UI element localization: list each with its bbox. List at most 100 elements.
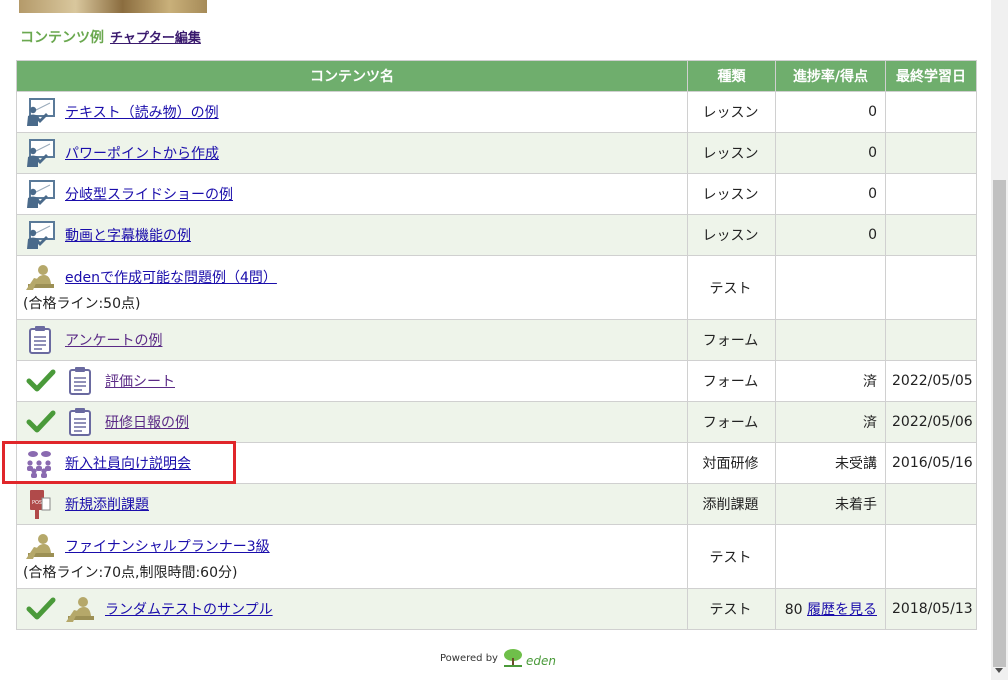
table-row: POST 新規添削課題 添削課題 未着手 [16,483,977,525]
progress-cell: 済 [775,360,886,402]
content-name-cell: 研修日報の例 [16,401,688,443]
table-row: ランダムテストのサンプル テスト 80 履歴を見る 2018/05/13 [16,588,977,630]
last-study-date-cell: 2018/05/13 [885,588,977,630]
content-type-cell: レッスン [687,214,776,256]
scrollbar-thumb[interactable] [993,180,1006,667]
content-name-cell: 動画と字幕機能の例 [16,214,688,256]
test-icon [63,592,97,626]
column-header-progress: 進捗率/得点 [775,60,886,92]
content-type-cell: フォーム [687,401,776,443]
last-study-date-cell [885,255,977,320]
table-header-row: コンテンツ名 種類 進捗率/得点 最終学習日 [16,60,977,92]
content-type-cell: レッスン [687,173,776,215]
table-row: edenで作成可能な問題例（4問） (合格ライン:50点) テスト [16,255,977,320]
progress-cell: 未着手 [775,483,886,525]
table-row: パワーポイントから作成 レッスン 0 [16,132,977,174]
footer: Powered by eden [440,648,556,668]
column-header-type: 種類 [687,60,776,92]
last-study-date-cell: 2022/05/05 [885,360,977,402]
content-name-cell: edenで作成可能な問題例（4問） (合格ライン:50点) [16,255,688,320]
content-type-cell: レッスン [687,132,776,174]
content-title-link[interactable]: 研修日報の例 [105,412,189,432]
progress-cell: 未受講 [775,442,886,484]
chapter-edit-link[interactable]: チャプター編集 [110,27,201,46]
last-study-date-cell: 2016/05/16 [885,442,977,484]
vertical-scrollbar[interactable] [991,0,1008,680]
progress-value: 0 [868,186,877,202]
content-name-line: edenで作成可能な問題例（4問） [23,257,679,297]
content-name-cell: ランダムテストのサンプル [16,588,688,630]
table-row: 研修日報の例 フォーム 済 2022/05/06 [16,401,977,443]
tree-icon [503,649,522,667]
content-type-cell: テスト [687,255,776,320]
content-name-cell: テキスト（読み物）の例 [16,91,688,133]
content-name-line: 分岐型スライドショーの例 [23,174,679,214]
content-title-link[interactable]: 評価シート [105,371,175,391]
content-title-link[interactable]: テキスト（読み物）の例 [65,102,219,122]
progress-cell [775,524,886,589]
content-name-line: テキスト（読み物）の例 [23,92,679,132]
content-name-line: パワーポイントから作成 [23,133,679,173]
completed-check-icon [23,407,59,437]
lesson-icon [23,177,57,211]
table-row: 動画と字幕機能の例 レッスン 0 [16,214,977,256]
progress-cell [775,319,886,361]
last-study-date-cell [885,483,977,525]
section-header: コンテンツ例 チャプター編集 [20,27,201,47]
progress-cell: 0 [775,214,886,256]
content-type-cell: 対面研修 [687,442,776,484]
progress-value: 未受講 [835,456,877,472]
content-name-cell: 評価シート [16,360,688,402]
contents-table: コンテンツ名 種類 進捗率/得点 最終学習日 テキスト（読み物）の例 レッスン 0 パ… [16,60,977,630]
column-header-date: 最終学習日 [885,60,977,92]
page: コンテンツ例 チャプター編集 コンテンツ名 種類 進捗率/得点 最終学習日 テキ… [0,0,1008,680]
form-icon [63,364,97,398]
powered-by-text: Powered by [440,652,498,664]
progress-value: 80 [784,602,803,618]
content-name-cell: 分岐型スライドショーの例 [16,173,688,215]
form-icon [23,323,57,357]
progress-cell: 80 履歴を見る [775,588,886,630]
last-study-date-cell [885,91,977,133]
completed-check-icon [23,594,59,624]
content-type-cell: 添削課題 [687,483,776,525]
lesson-icon [23,95,57,129]
completed-check-icon [23,366,59,396]
table-row: 評価シート フォーム 済 2022/05/05 [16,360,977,402]
content-title-link[interactable]: 新規添削課題 [65,494,149,514]
table-row: ファイナンシャルプランナー3級 (合格ライン:70点,制限時間:60分) テスト [16,524,977,589]
content-title-link[interactable]: ランダムテストのサンプル [105,599,273,619]
content-name-line: 評価シート [23,361,679,401]
table-body: テキスト（読み物）の例 レッスン 0 パワーポイントから作成 レッスン 0 分岐型スライドシ… [16,91,977,630]
progress-value: 未着手 [835,497,877,513]
eden-logo: eden [502,648,556,668]
scroll-down-arrow[interactable] [995,668,1003,673]
pass-line-note: (合格ライン:50点) [23,295,141,312]
last-study-date-cell [885,214,977,256]
progress-cell: 0 [775,132,886,174]
content-name-line: アンケートの例 [23,320,679,360]
content-name-cell: POST 新規添削課題 [16,483,688,525]
lesson-icon [23,136,57,170]
content-type-cell: テスト [687,588,776,630]
lesson-icon [23,218,57,252]
content-name-line: POST 新規添削課題 [23,484,679,524]
content-title-link[interactable]: アンケートの例 [65,330,162,350]
content-title-link[interactable]: ファイナンシャルプランナー3級 [65,536,270,556]
content-name-line: 研修日報の例 [23,402,679,442]
course-banner-image [19,0,207,13]
progress-cell [775,255,886,320]
form-icon [63,405,97,439]
content-title-link[interactable]: パワーポイントから作成 [65,143,219,163]
content-name-cell: パワーポイントから作成 [16,132,688,174]
section-title: コンテンツ例 [20,30,104,46]
progress-value: 0 [868,145,877,161]
content-title-link[interactable]: 分岐型スライドショーの例 [65,184,233,204]
content-title-link[interactable]: 動画と字幕機能の例 [65,225,191,245]
content-type-cell: フォーム [687,319,776,361]
progress-value: 0 [868,104,877,120]
content-type-cell: テスト [687,524,776,589]
view-history-link[interactable]: 履歴を見る [807,602,877,618]
content-title-link[interactable]: edenで作成可能な問題例（4問） [65,267,277,287]
progress-value: 済 [863,415,877,431]
